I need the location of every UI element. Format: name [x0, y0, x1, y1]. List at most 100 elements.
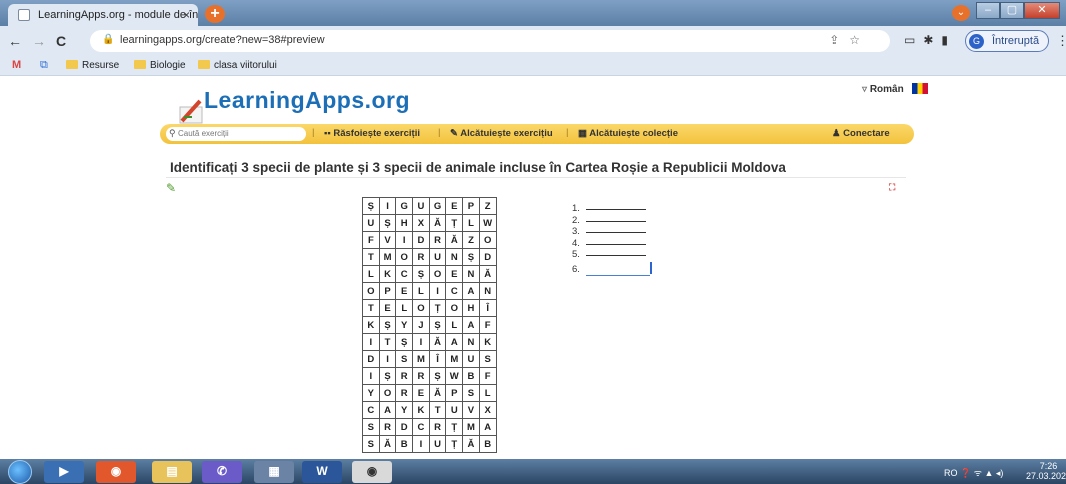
nav-create-collection[interactable]: ▦ Alcătuiește colecție: [578, 128, 678, 139]
grid-cell[interactable]: R: [428, 418, 447, 436]
new-tab-button[interactable]: +: [205, 5, 225, 23]
grid-cell[interactable]: M: [378, 248, 397, 266]
grid-cell[interactable]: R: [412, 367, 430, 385]
grid-cell[interactable]: E: [445, 197, 464, 215]
grid-cell[interactable]: O: [395, 248, 414, 266]
grid-cell[interactable]: I: [428, 282, 447, 300]
grid-cell[interactable]: E: [412, 384, 430, 402]
grid-cell[interactable]: K: [478, 333, 497, 351]
language-selector[interactable]: ▿ Român: [862, 83, 928, 95]
grid-cell[interactable]: L: [445, 316, 464, 334]
grid-cell[interactable]: U: [428, 248, 447, 266]
nav-browse-exercises[interactable]: ▪▪ Răsfoiește exerciții: [324, 128, 420, 139]
word-icon[interactable]: W: [302, 461, 342, 483]
edit-icon[interactable]: ✎: [166, 181, 176, 195]
chrome-icon[interactable]: ◉: [96, 461, 136, 483]
grid-cell[interactable]: K: [362, 316, 380, 334]
answer-field-active[interactable]: [586, 261, 652, 276]
grid-cell[interactable]: H: [395, 214, 414, 232]
grid-cell[interactable]: U: [412, 197, 430, 215]
viber-icon[interactable]: ✆: [202, 461, 242, 483]
speaker-icon[interactable]: ◂): [996, 468, 1004, 478]
grid-cell[interactable]: I: [395, 231, 414, 249]
grid-cell[interactable]: Ă: [445, 231, 464, 249]
up-arrow-icon[interactable]: ▲: [984, 468, 995, 478]
grid-cell[interactable]: Ș: [378, 316, 397, 334]
grid-cell[interactable]: W: [478, 214, 497, 232]
grid-cell[interactable]: Z: [478, 197, 497, 215]
bookmark-biologie[interactable]: Biologie: [134, 60, 186, 71]
active-chrome-icon[interactable]: ◉: [352, 461, 392, 483]
grid-cell[interactable]: G: [428, 197, 447, 215]
grid-cell[interactable]: H: [462, 299, 480, 317]
grid-cell[interactable]: E: [395, 282, 414, 300]
answer-row[interactable]: 4.: [572, 238, 646, 250]
answer-row[interactable]: 5.: [572, 249, 646, 261]
grid-cell[interactable]: T: [362, 248, 380, 266]
grid-cell[interactable]: Ș: [428, 367, 447, 385]
address-bar[interactable]: 🔒 learningapps.org/create?new=38#preview…: [90, 30, 890, 52]
grid-cell[interactable]: L: [478, 384, 497, 402]
grid-cell[interactable]: Ț: [445, 435, 464, 453]
grid-cell[interactable]: U: [362, 214, 380, 232]
grid-cell[interactable]: O: [478, 231, 497, 249]
grid-cell[interactable]: Ș: [395, 333, 414, 351]
answer-field[interactable]: [585, 255, 646, 256]
grid-cell[interactable]: S: [362, 435, 380, 453]
grid-cell[interactable]: C: [395, 265, 414, 283]
grid-cell[interactable]: N: [445, 248, 464, 266]
search-input[interactable]: ⚲ Caută exerciții: [166, 127, 306, 141]
grid-cell[interactable]: K: [378, 265, 397, 283]
clock[interactable]: 7:26 27.03.2024: [1026, 461, 1066, 481]
grid-cell[interactable]: S: [478, 350, 497, 368]
answer-row[interactable]: 2.: [572, 215, 646, 227]
answer-field[interactable]: [585, 220, 646, 222]
grid-cell[interactable]: A: [378, 401, 397, 419]
grid-cell[interactable]: N: [462, 265, 480, 283]
grid-cell[interactable]: M: [445, 350, 464, 368]
bookmark-clasa-viitorului[interactable]: clasa viitorului: [198, 60, 277, 71]
wifi-icon[interactable]: ᯤ: [974, 468, 982, 478]
answer-row[interactable]: 3.: [572, 226, 646, 238]
grid-cell[interactable]: T: [378, 333, 397, 351]
menu-icon[interactable]: ⋮: [1056, 33, 1066, 49]
grid-cell[interactable]: J: [412, 316, 430, 334]
bookmark-resurse[interactable]: Resurse: [66, 60, 119, 71]
grid-cell[interactable]: D: [412, 231, 430, 249]
grid-cell[interactable]: O: [428, 265, 447, 283]
grid-cell[interactable]: Ă: [462, 435, 480, 453]
tab-close-icon[interactable]: ×: [183, 8, 190, 22]
grid-cell[interactable]: Ă: [378, 435, 397, 453]
grid-cell[interactable]: K: [412, 401, 430, 419]
grid-cell[interactable]: F: [478, 316, 497, 334]
nav-create-exercise[interactable]: ✎ Alcătuiește exercițiu: [450, 128, 553, 139]
grid-cell[interactable]: Ă: [478, 265, 497, 283]
app-window-icon[interactable]: ▦: [254, 461, 294, 483]
grid-cell[interactable]: L: [462, 214, 480, 232]
grid-cell[interactable]: E: [378, 299, 397, 317]
grid-cell[interactable]: Î: [428, 350, 447, 368]
grid-cell[interactable]: R: [395, 367, 414, 385]
grid-cell[interactable]: B: [478, 435, 497, 453]
grid-cell[interactable]: C: [445, 282, 464, 300]
grid-cell[interactable]: U: [428, 435, 447, 453]
grid-cell[interactable]: U: [462, 350, 480, 368]
grid-cell[interactable]: V: [462, 401, 480, 419]
grid-cell[interactable]: Ș: [462, 248, 480, 266]
grid-cell[interactable]: R: [428, 231, 447, 249]
grid-cell[interactable]: X: [412, 214, 430, 232]
grid-cell[interactable]: O: [378, 384, 397, 402]
grid-cell[interactable]: Ș: [362, 197, 380, 215]
grid-cell[interactable]: L: [362, 265, 380, 283]
grid-cell[interactable]: A: [445, 333, 464, 351]
grid-cell[interactable]: Ă: [428, 384, 447, 402]
start-button[interactable]: [8, 460, 32, 484]
share-star-icons[interactable]: ⇪☆: [829, 33, 870, 47]
grid-cell[interactable]: I: [378, 350, 397, 368]
browser-tab[interactable]: LearningApps.org - module de în ×: [8, 4, 198, 26]
media-player-icon[interactable]: ▶: [44, 461, 84, 483]
tab-search-icon[interactable]: ⌄: [952, 5, 970, 21]
grid-cell[interactable]: D: [395, 418, 414, 436]
grid-cell[interactable]: Z: [462, 231, 480, 249]
grid-cell[interactable]: N: [462, 333, 480, 351]
